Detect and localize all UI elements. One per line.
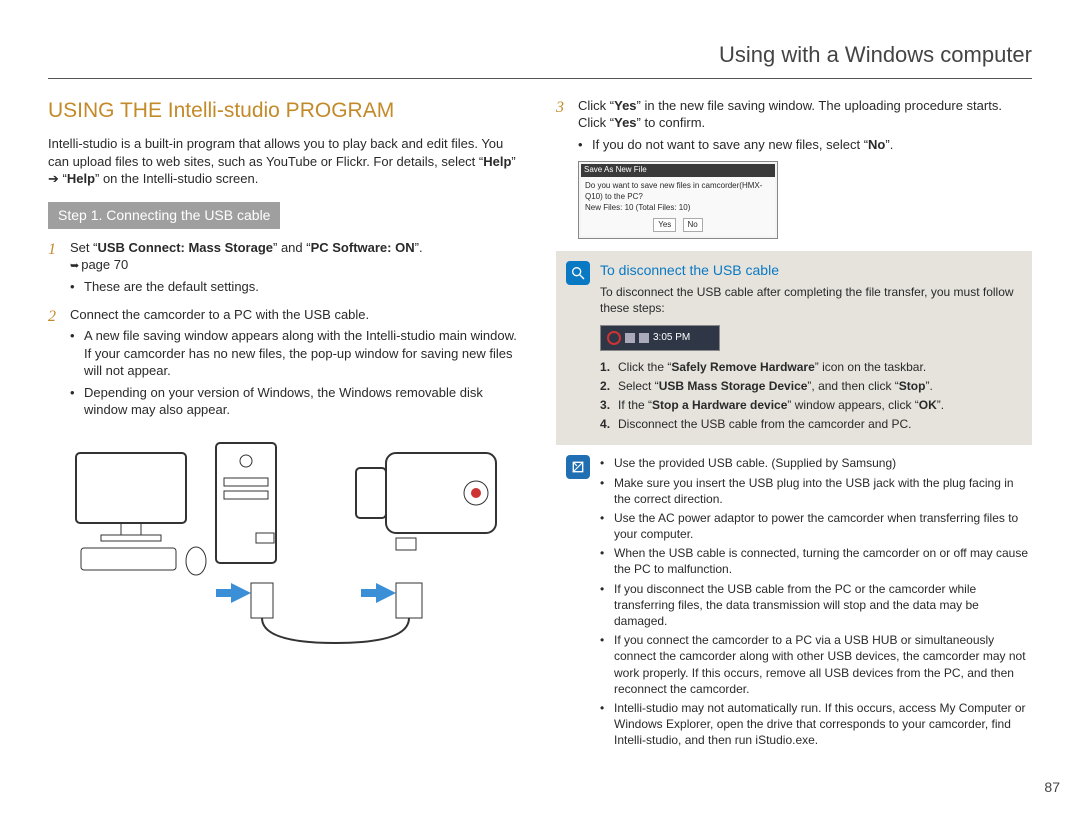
text: ”, and then click “ [807,379,898,393]
text: Click “ [578,98,614,113]
text: If the “ [618,398,652,412]
dialog-yes-button: Yes [653,218,676,233]
callout-desc: To disconnect the USB cable after comple… [600,284,1020,316]
help-bold: Help [67,171,95,186]
text: Click the “ [618,360,671,374]
dialog-no-button: No [683,218,703,233]
note-icon [566,455,590,479]
bullet: A new file saving window appears along w… [70,327,524,380]
substep: Disconnect the USB cable from the camcor… [600,416,1020,432]
note-item: If you connect the camcorder to a PC via… [600,632,1032,697]
bold: Safely Remove Hardware [671,360,814,374]
substep: If the “Stop a Hardware device” window a… [600,397,1020,413]
substep: Select “USB Mass Storage Device”, and th… [600,378,1020,394]
chapter-title: Using with a Windows computer [48,40,1032,79]
text: ”. [885,137,893,152]
intro-paragraph: Intelli-studio is a built-in program tha… [48,135,524,188]
left-column: USING THE Intelli-studio PROGRAM Intelli… [48,97,524,752]
text: Connect the camcorder to a PC with the U… [70,307,369,322]
tray-time: 3:05 PM [653,331,690,345]
dialog-text: New Files: 10 (Total Files: 10) [585,203,771,214]
highlight-circle-icon [607,331,621,345]
text: ”. [415,240,423,255]
text: ” to confirm. [637,115,706,130]
text: Intelli-studio is a built-in program tha… [48,136,503,169]
bold: No [868,137,885,152]
numbered-steps-left: Set “USB Connect: Mass Storage” and “PC … [48,239,524,419]
disconnect-callout: To disconnect the USB cable To disconnec… [556,251,1032,445]
step-heading-bar: Step 1. Connecting the USB cable [48,202,280,229]
disconnect-steps: Click the “Safely Remove Hardware” icon … [600,359,1020,433]
taskbar-screenshot: 3:05 PM [600,325,720,351]
bullet: Depending on your version of Windows, th… [70,384,524,419]
bold: OK [919,398,937,412]
step-3: Click “Yes” in the new file saving windo… [556,97,1032,240]
dialog-titlebar: Save As New File [581,164,775,177]
text: If you do not want to save any new files… [592,137,868,152]
bold: USB Connect: Mass Storage [97,240,273,255]
tray-icon [625,333,635,343]
bold: USB Mass Storage Device [659,379,808,393]
text: ” on the Intelli-studio screen. [95,171,258,186]
step-2: Connect the camcorder to a PC with the U… [48,306,524,419]
page-reference: page 70 [70,257,128,272]
text: Select “ [618,379,659,393]
note-item: If you disconnect the USB cable from the… [600,581,1032,630]
right-column: Click “Yes” in the new file saving windo… [556,97,1032,752]
bold: Yes [614,115,636,130]
dialog-text: Do you want to save new files in camcord… [585,181,771,203]
help-bold: Help [483,154,511,169]
bold: Stop a Hardware device [652,398,787,412]
page-number: 87 [1044,778,1060,797]
save-dialog-screenshot: Save As New File Do you want to save new… [578,161,778,239]
step-1: Set “USB Connect: Mass Storage” and “PC … [48,239,524,296]
bullet: These are the default settings. [70,278,524,296]
bold: Stop [899,379,926,393]
note-item: Use the AC power adaptor to power the ca… [600,510,1032,542]
text: ” window appears, click “ [787,398,918,412]
text: ” and “ [273,240,311,255]
bold: PC Software: ON [311,240,415,255]
note-list: Use the provided USB cable. (Supplied by… [600,455,1032,748]
note-item: When the USB cable is connected, turning… [600,545,1032,577]
bold: Yes [614,98,636,113]
tray-icon [639,333,649,343]
magnifier-icon [566,261,590,285]
connection-illustration [48,433,524,653]
callout-title: To disconnect the USB cable [600,261,1020,280]
text: ”. [937,398,944,412]
note-item: Intelli-studio may not automatically run… [600,700,1032,749]
text: ” icon on the taskbar. [815,360,926,374]
substep: Click the “Safely Remove Hardware” icon … [600,359,1020,375]
section-heading: USING THE Intelli-studio PROGRAM [48,97,524,125]
text: Set “ [70,240,97,255]
note-block: Use the provided USB cable. (Supplied by… [556,455,1032,748]
numbered-steps-right: Click “Yes” in the new file saving windo… [556,97,1032,240]
bullet: If you do not want to save any new files… [578,136,1032,154]
note-item: Use the provided USB cable. (Supplied by… [600,455,1032,471]
note-item: Make sure you insert the USB plug into t… [600,475,1032,507]
text: ”. [925,379,932,393]
